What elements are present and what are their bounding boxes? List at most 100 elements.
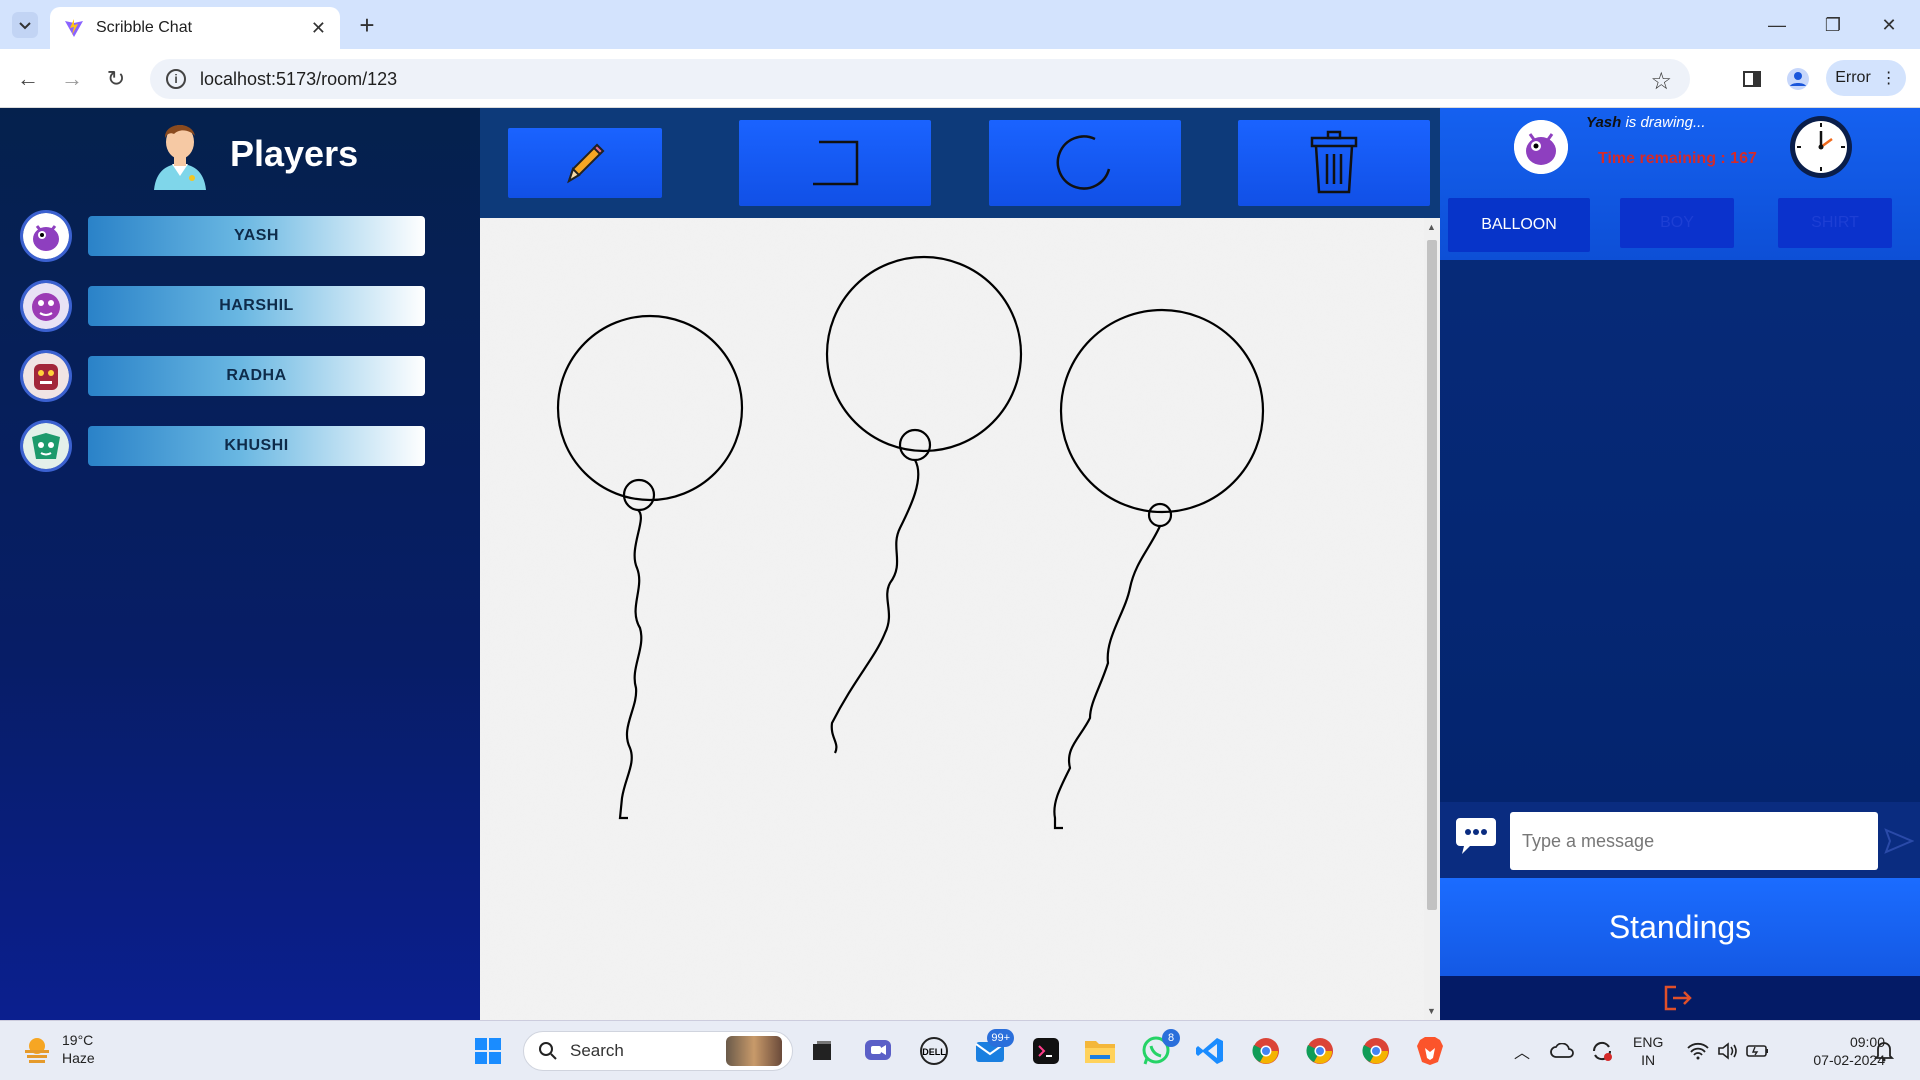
time-remaining: Time remaining : 167 [1598,150,1757,167]
player-avatar [20,350,72,402]
player-row: RADHA [20,350,430,406]
vscode-app[interactable] [1192,1033,1228,1069]
send-icon[interactable] [1884,826,1914,856]
side-panel-icon[interactable] [1736,63,1768,95]
mail-app[interactable]: 99+ [972,1029,1014,1069]
pencil-tool-button[interactable] [508,128,662,198]
player-avatar [20,420,72,472]
tab-title: Scribble Chat [96,19,193,36]
speaker-icon [1718,1042,1737,1060]
whatsapp-app[interactable]: 8 [1138,1029,1180,1069]
terminal-app[interactable] [1028,1033,1064,1069]
scroll-up-arrow-icon[interactable]: ▲ [1427,222,1436,232]
canvas-scrollbar[interactable]: ▲ ▼ [1424,218,1440,1020]
language-indicator[interactable]: ENG IN [1633,1033,1663,1069]
brave-lion-icon [1417,1037,1443,1065]
scroll-thumb[interactable] [1427,240,1437,910]
kebab-menu-icon: ⋮ [1880,70,1897,87]
drawer-name: Yash [1586,114,1622,131]
player-row: YASH [20,210,430,266]
close-tab-icon[interactable]: ✕ [311,18,326,39]
chrome-profile-app[interactable] [1358,1033,1394,1069]
profile-icon[interactable] [1782,63,1814,95]
wifi-icon [1687,1042,1709,1060]
taskbar-search[interactable]: Search [523,1031,793,1071]
canvas-drawing [480,218,1424,1020]
meet-app[interactable] [860,1033,896,1069]
player-name: HARSHIL [88,286,425,326]
bookmark-star-icon[interactable]: ☆ [1650,67,1672,96]
start-button[interactable] [470,1033,506,1069]
browser-toolbar: ← → ↻ i localhost:5173/room/123 ☆ Error … [0,49,1920,108]
chat-bubble-icon [1456,818,1496,854]
circle-tool-button[interactable] [989,120,1181,206]
vscode-icon [1196,1038,1223,1064]
back-button[interactable]: ← [12,63,44,95]
dell-app[interactable]: DELL [916,1033,952,1069]
tab-search-button[interactable] [12,12,38,38]
profile-error-button[interactable]: Error ⋮ [1826,60,1906,96]
player-row: KHUSHI [20,420,430,476]
player-name: YASH [88,216,425,256]
drawing-status-suffix: is drawing... [1621,114,1706,131]
restore-button[interactable]: ❐ [1808,8,1858,42]
drawing-canvas[interactable]: ▲ ▼ [480,218,1440,1020]
clock-icon [1790,116,1852,178]
terminal-icon [1033,1038,1059,1064]
forward-button[interactable]: → [56,63,88,95]
mail-badge: 99+ [987,1029,1014,1047]
standings-button[interactable]: Standings [1440,878,1920,976]
address-bar[interactable]: i localhost:5173/room/123 ☆ [150,59,1690,99]
new-tab-button[interactable]: + [352,10,382,40]
round-info: Yash is drawing... Time remaining : 167 … [1440,108,1920,260]
scroll-down-arrow-icon[interactable]: ▼ [1427,1006,1436,1016]
players-sidebar: Players YASH HARSHIL RADHA KHUSHI [0,108,480,1020]
message-input[interactable] [1510,812,1878,870]
player-name: KHUSHI [88,426,425,466]
windows-taskbar: 19°C Haze Search DELL 99+ 8 ︿ ENG IN 09:… [0,1020,1920,1080]
player-avatar [20,210,72,262]
video-call-icon [865,1040,891,1060]
whatsapp-badge: 8 [1162,1029,1180,1047]
word-choice-button[interactable]: SHIRT [1778,198,1892,248]
word-choice-button[interactable]: BOY [1620,198,1734,248]
chrome-icon [1362,1038,1389,1064]
weather-condition: Haze [62,1050,95,1066]
logout-icon[interactable] [1662,984,1694,1012]
windows-logo-icon [475,1038,501,1064]
clear-canvas-button[interactable] [1238,120,1430,206]
notification-center[interactable] [1866,1033,1902,1069]
chrome-profile-app[interactable] [1302,1033,1338,1069]
word-choice-button[interactable]: BALLOON [1448,198,1590,252]
minimize-button[interactable]: — [1752,8,1802,42]
region-code: IN [1641,1052,1656,1068]
show-hidden-icons[interactable]: ︿ [1504,1033,1540,1069]
brave-app[interactable] [1412,1033,1448,1069]
browser-tab[interactable]: Scribble Chat ✕ [50,7,340,49]
browser-tab-strip: Scribble Chat ✕ + — ❐ ✕ [0,0,1920,49]
folder-icon [1085,1041,1115,1063]
drawing-status: Yash is drawing... [1586,114,1706,131]
pencil-icon [567,143,605,184]
file-explorer-app[interactable] [1082,1033,1118,1069]
chrome-icon [1306,1038,1333,1064]
site-info-icon[interactable]: i [166,69,186,89]
task-view-button[interactable] [804,1033,840,1069]
cloud-icon [1550,1043,1574,1058]
window-close-button[interactable]: ✕ [1864,8,1914,42]
chrome-app-active[interactable] [1248,1033,1284,1069]
circle-icon [1056,135,1111,190]
reload-button[interactable]: ↻ [100,63,132,95]
search-highlight-image [726,1036,782,1066]
chat-messages [1440,260,1920,820]
weather-widget[interactable]: 19°C Haze [22,1031,95,1067]
error-label: Error [1835,69,1871,86]
rectangle-tool-button[interactable] [739,120,931,206]
rectangle-icon [813,140,859,186]
sync-tray[interactable] [1584,1033,1620,1069]
notification-bell-icon [1874,1042,1894,1062]
scribble-app: Players YASH HARSHIL RADHA KHUSHI ▲ ▼ Ya… [0,108,1920,1020]
game-panel: Yash is drawing... Time remaining : 167 … [1440,108,1920,1020]
onedrive-tray[interactable] [1544,1033,1580,1069]
battery-tray[interactable] [1740,1033,1776,1069]
